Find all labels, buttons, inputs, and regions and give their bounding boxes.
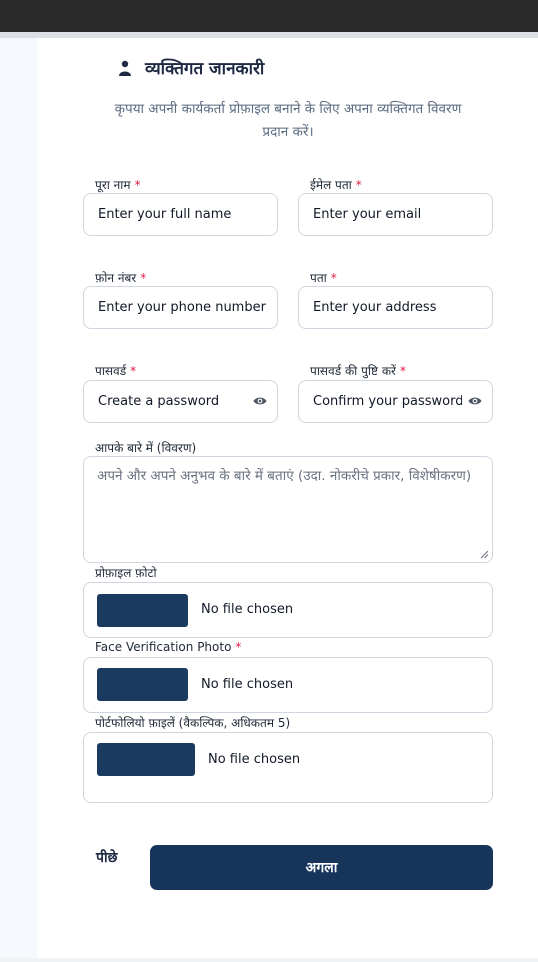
confirm-password-label-text: पासवर्ड की पुष्टि करें <box>310 364 396 378</box>
portfolio-status: No file chosen <box>208 752 301 767</box>
about-field[interactable] <box>83 456 493 563</box>
top-divider <box>0 32 538 38</box>
email-field[interactable] <box>298 193 493 236</box>
face-verification-label: Face Verification Photo * <box>95 640 241 654</box>
required-marker: * <box>130 364 137 378</box>
portfolio-choose-button[interactable]: Choose Files <box>97 743 195 776</box>
required-marker: * <box>134 178 141 192</box>
left-panel-strip <box>0 38 38 962</box>
password-label-text: पासवर्ड <box>95 364 127 378</box>
phone-field[interactable] <box>83 286 278 329</box>
full-name-input[interactable] <box>98 207 277 222</box>
address-field[interactable] <box>298 286 493 329</box>
required-marker: * <box>399 364 406 378</box>
email-label-text: ईमेल पता <box>310 178 352 192</box>
profile-photo-label: प्रोफ़ाइल फ़ोटो <box>95 566 157 580</box>
address-label: पता * <box>310 269 337 286</box>
email-label: ईमेल पता * <box>310 176 362 193</box>
face-verification-status: No file chosen <box>201 677 294 692</box>
face-verification-label-text: Face Verification Photo <box>95 640 232 654</box>
about-textarea[interactable] <box>97 466 479 553</box>
profile-photo-choose-button[interactable]: Choose File <box>97 594 188 627</box>
profile-photo-status: No file chosen <box>201 602 294 617</box>
section-subtitle: कृपया अपनी कार्यकर्ता प्रोफ़ाइल बनाने के… <box>114 101 462 140</box>
phone-input[interactable] <box>98 300 277 315</box>
browser-top-bar <box>0 0 538 32</box>
confirm-password-field[interactable] <box>298 380 493 423</box>
password-field[interactable] <box>83 380 278 423</box>
portfolio-label: पोर्टफोलियो फ़ाइलें (वैकल्पिक, अधिकतम 5) <box>95 716 291 730</box>
about-label: आपके बारे में (विवरण) <box>95 441 197 455</box>
phone-label-text: फ़ोन नंबर <box>95 271 137 285</box>
eye-icon[interactable] <box>253 395 267 407</box>
face-verification-choose-button[interactable]: Choose File <box>97 668 188 701</box>
confirm-password-label: पासवर्ड की पुष्टि करें * <box>310 362 406 379</box>
required-marker: * <box>330 271 337 285</box>
full-name-field[interactable] <box>83 193 278 236</box>
bottom-divider <box>0 958 538 962</box>
required-marker: * <box>140 271 147 285</box>
next-button[interactable]: अगला <box>150 845 493 890</box>
phone-label: फ़ोन नंबर * <box>95 269 146 286</box>
address-input[interactable] <box>313 300 492 315</box>
eye-icon[interactable] <box>468 395 482 407</box>
required-marker: * <box>235 640 242 654</box>
person-icon <box>119 60 131 76</box>
resize-handle-icon[interactable] <box>480 550 489 559</box>
profile-photo-upload[interactable]: Choose File No file chosen <box>83 582 493 638</box>
password-input[interactable] <box>98 394 247 409</box>
full-name-label: पूरा नाम * <box>95 176 141 193</box>
portfolio-upload[interactable]: Choose Files No file chosen <box>83 732 493 803</box>
required-marker: * <box>355 178 362 192</box>
password-label: पासवर्ड * <box>95 362 136 379</box>
full-name-label-text: पूरा नाम <box>95 178 131 192</box>
face-verification-upload[interactable]: Choose File No file chosen <box>83 657 493 713</box>
back-button[interactable]: पीछे <box>96 848 117 867</box>
section-title: व्यक्तिगत जानकारी <box>145 59 265 79</box>
address-label-text: पता <box>310 271 327 285</box>
email-input[interactable] <box>313 207 492 222</box>
confirm-password-input[interactable] <box>313 394 462 409</box>
